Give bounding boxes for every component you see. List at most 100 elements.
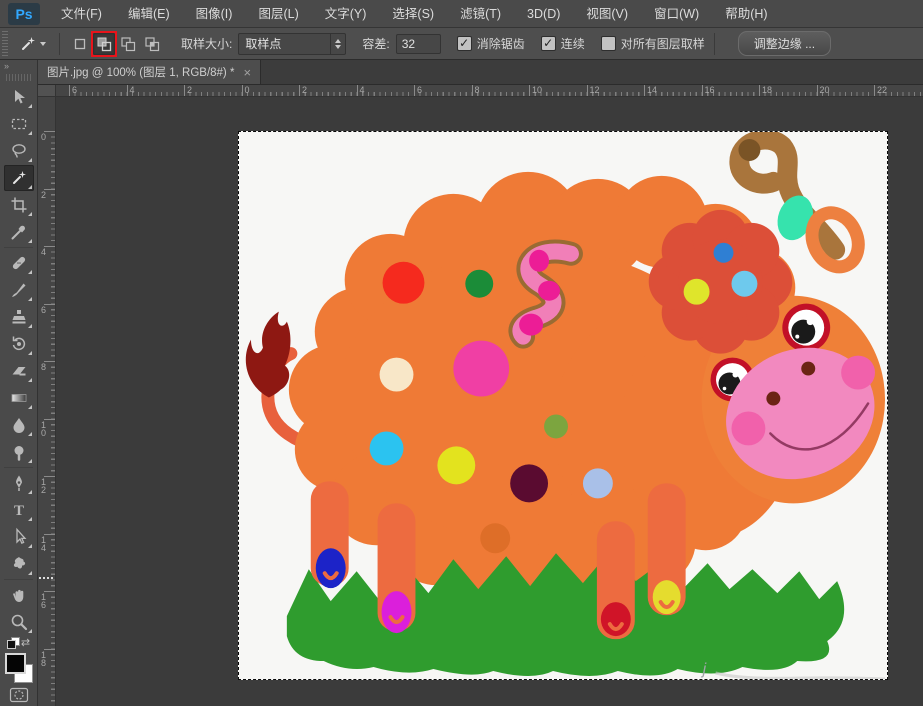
ruler-tick [529,85,530,96]
ruler-label: 12 [590,85,600,95]
current-tool-button[interactable] [14,32,50,56]
ruler-label: 18 [762,85,772,95]
ruler-tick [702,85,703,96]
menu-window[interactable]: 窗口(W) [641,0,712,28]
tool-magic-wand[interactable] [4,165,34,191]
document-canvas[interactable]: j [238,131,888,680]
menu-image[interactable]: 图像(I) [183,0,246,28]
tool-eraser[interactable] [4,358,34,384]
document-tab[interactable]: 图片.jpg @ 100% (图层 1, RGB/8#) * × [38,60,261,84]
photoshop-logo: Ps [8,3,40,25]
quick-mask-button[interactable] [4,685,34,705]
ruler-label: 20 [820,85,830,95]
default-colors-icon[interactable] [7,637,18,648]
tools-panel-gripper[interactable] [6,74,31,81]
clone-stamp-tool-icon [9,307,29,327]
anti-alias-checkbox-group: ✓ 消除锯齿 [457,35,525,52]
ruler-tick [472,85,473,96]
tool-history-brush[interactable] [4,331,34,357]
tool-clone-stamp[interactable] [4,304,34,330]
foreground-color-swatch[interactable] [5,653,26,674]
cow-nostril-left [766,392,780,406]
tools-panel-collapse-button[interactable]: » [0,60,37,73]
menu-filter[interactable]: 滤镜(T) [447,0,514,28]
ruler-label: 22 [877,85,887,95]
selection-mode-intersect[interactable] [141,33,163,55]
tool-type[interactable]: T [4,497,34,523]
tool-direct-selection[interactable] [4,524,34,550]
tool-move[interactable] [4,84,34,110]
menu-view[interactable]: 视图(V) [573,0,641,28]
annotation-highlight-box [91,31,117,57]
lasso-tool-icon [9,141,29,161]
menu-file[interactable]: 文件(F) [48,0,115,28]
default-and-swap-colors: ⇄ [0,635,37,649]
color-swatches [4,652,34,684]
brush-tool-icon [9,280,29,300]
blur-tool-icon [9,415,29,435]
cow-horn-tip [738,139,760,161]
dropdown-stepper-icon [330,34,345,54]
move-tool-icon [9,87,29,107]
swap-colors-icon[interactable]: ⇄ [21,636,30,649]
refine-edge-button[interactable]: 调整边缘 ... [738,31,831,56]
cow-eye-right [782,304,830,352]
tool-gradient[interactable] [4,385,34,411]
tool-crop[interactable] [4,192,34,218]
options-bar-gripper[interactable] [2,31,8,57]
menu-select[interactable]: 选择(S) [379,0,447,28]
tool-eyedropper[interactable] [4,219,34,245]
head-flower [649,210,793,354]
ruler-label: 0 [41,133,46,141]
tolerance-input[interactable] [396,34,441,54]
body-dot-cyan [370,431,404,465]
menu-3d[interactable]: 3D(D) [514,0,573,28]
contiguous-checkbox-group: ✓ 连续 [541,35,585,52]
ruler-tick [69,85,70,96]
hoof-nail-blue [316,548,346,588]
tool-hand[interactable] [4,582,34,608]
menu-layer[interactable]: 图层(L) [245,0,311,28]
contiguous-checkbox[interactable]: ✓ [541,36,556,51]
cow-illustration[interactable]: j [239,132,887,679]
magic-wand-tool-icon [9,168,29,188]
ruler-origin-box[interactable] [38,85,56,97]
tool-options-bar: 取样大小: 取样点 容差: ✓ 消除锯齿 ✓ 连续 ✓ 对所有图层取样 调整边缘… [0,28,923,60]
anti-alias-checkbox[interactable]: ✓ [457,36,472,51]
tool-blur[interactable] [4,412,34,438]
tab-close-icon[interactable]: × [243,66,251,79]
vertical-ruler[interactable]: 024681 01 21 41 61 8 [38,97,56,706]
magic-wand-icon [18,34,38,54]
menu-type[interactable]: 文字(Y) [312,0,380,28]
subtract-from-selection-icon [119,35,137,53]
sample-size-dropdown[interactable]: 取样点 [238,33,346,55]
selection-mode-add[interactable] [93,33,115,55]
tool-zoom[interactable] [4,609,34,635]
hand-tool-icon [9,585,29,605]
tool-lasso[interactable] [4,138,34,164]
healing-brush-tool-icon [9,253,29,273]
selection-mode-new[interactable] [69,33,91,55]
ruler-label: 8 [475,85,480,95]
tool-rectangular-marquee[interactable] [4,111,34,137]
sample-all-layers-checkbox[interactable]: ✓ [601,36,616,51]
menu-help[interactable]: 帮助(H) [712,0,780,28]
ruler-tick [127,85,128,96]
menu-edit[interactable]: 编辑(E) [115,0,183,28]
anti-alias-label: 消除锯齿 [477,35,525,52]
type-tool-icon: T [9,500,29,520]
pen-tool-icon [9,473,29,493]
tool-dodge[interactable] [4,439,34,465]
selection-mode-subtract[interactable] [117,33,139,55]
sample-all-layers-checkbox-group: ✓ 对所有图层取样 [601,35,705,52]
tool-custom-shape[interactable] [4,551,34,577]
horizontal-ruler[interactable]: 6420246810121416182022 [56,85,923,97]
ruler-label: 1 2 [41,478,46,494]
ruler-tick [299,85,300,96]
tool-pen[interactable] [4,470,34,496]
tool-brush[interactable] [4,277,34,303]
body-dot-magenta [453,341,509,397]
tool-healing-brush[interactable] [4,250,34,276]
ruler-label: 0 [245,85,250,95]
ruler-label: 16 [705,85,715,95]
